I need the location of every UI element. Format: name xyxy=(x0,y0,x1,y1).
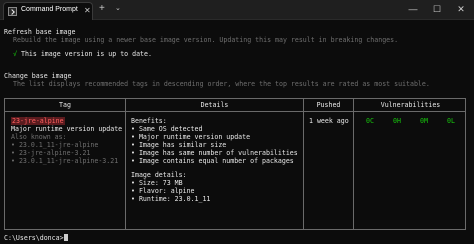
also-known-as-label: Also known as: xyxy=(11,133,67,141)
vuln-medium: 0M xyxy=(420,117,428,125)
header-vulnerabilities: Vulnerabilities xyxy=(380,101,441,109)
command-prompt-line[interactable]: C:\Users\donca> xyxy=(4,234,68,242)
maximize-button[interactable]: ☐ xyxy=(428,2,446,16)
alias-item: • 23-jre-alpine-3.21 xyxy=(11,149,91,157)
recommendations-table: Tag Details Pushed Vulnerabilities 23-jr… xyxy=(4,98,466,230)
vuln-high: 0H xyxy=(393,117,401,125)
chevron-down-icon[interactable]: ⌄ xyxy=(115,4,121,14)
detail-item: • Runtime: 23.0.1_11 xyxy=(131,195,211,203)
close-tab-icon[interactable]: ✕ xyxy=(84,6,91,16)
status-text: This image version is up to date. xyxy=(20,50,152,58)
detail-item: • Flavor: alpine xyxy=(131,187,195,195)
benefits-title: Benefits: xyxy=(131,117,167,125)
tab-command-prompt[interactable]: Command Prompt ✕ xyxy=(3,2,93,20)
title-bar: Command Prompt ✕ + ⌄ — ☐ ✕ xyxy=(0,0,474,20)
close-window-button[interactable]: ✕ xyxy=(452,2,470,16)
terminal-icon xyxy=(8,7,17,16)
refresh-description: Rebuild the image using a newer base ima… xyxy=(13,36,399,44)
vuln-critical: 0C xyxy=(366,117,374,125)
detail-item: • Size: 73 MB xyxy=(131,179,183,187)
benefit-item: • Image contains equal number of package… xyxy=(131,157,294,165)
change-heading: Change base image xyxy=(4,72,72,80)
image-details-title: Image details: xyxy=(131,171,187,179)
tag-name[interactable]: 23-jre-alpine xyxy=(11,117,65,125)
refresh-heading: Refresh base image xyxy=(4,28,76,36)
up-to-date-status: √ This image version is up to date. xyxy=(13,50,152,58)
header-tag: Tag xyxy=(59,101,71,109)
tab-label: Command Prompt xyxy=(21,6,78,13)
change-description: The list displays recommended tags in de… xyxy=(13,80,430,88)
header-pushed: Pushed xyxy=(316,101,341,109)
vuln-low: 0L xyxy=(447,117,455,125)
tag-description: Major runtime version update xyxy=(11,125,123,133)
prompt-text: C:\Users\donca> xyxy=(4,234,64,242)
new-tab-button[interactable]: + xyxy=(99,3,105,15)
benefit-item: • Same OS detected xyxy=(131,125,203,133)
header-details: Details xyxy=(200,101,229,109)
benefit-item: • Image has same number of vulnerabiliti… xyxy=(131,149,298,157)
check-icon: √ xyxy=(13,50,17,58)
alias-item: • 23.0.1_11-jre-alpine xyxy=(11,141,99,149)
benefit-item: • Image has similar size xyxy=(131,141,227,149)
minimize-button[interactable]: — xyxy=(404,2,422,16)
alias-item: • 23.0.1_11-jre-alpine-3.21 xyxy=(11,157,119,165)
text-cursor xyxy=(63,234,68,241)
pushed-value: 1 week ago xyxy=(309,117,349,125)
benefit-item: • Major runtime version update xyxy=(131,133,251,141)
